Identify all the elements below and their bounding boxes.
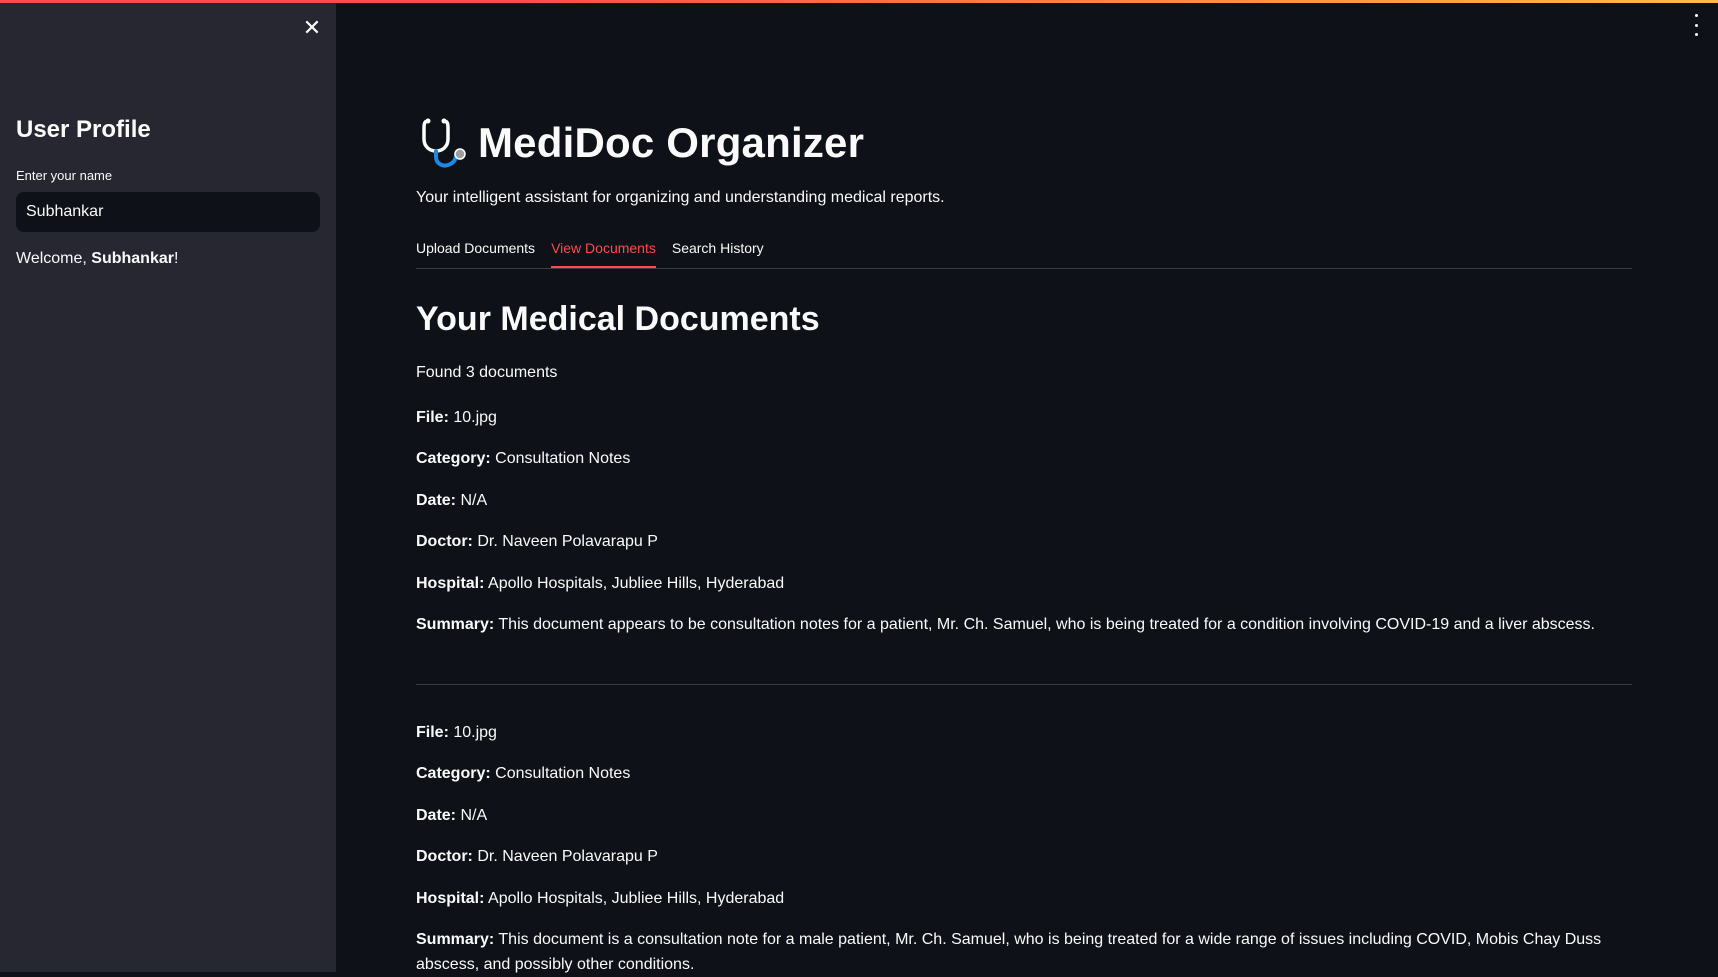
field-label: Summary: [416,931,495,948]
field-value: 10.jpg [453,409,497,426]
doc-file: File: 10.jpg [416,720,1632,745]
page-title: MediDoc Organizer [478,119,865,166]
name-input[interactable] [16,192,320,232]
field-label: Category: [416,765,491,782]
field-value: This document is a consultation note for… [416,931,1602,973]
field-label: Category: [416,450,491,467]
field-label: Doctor: [416,848,473,865]
field-label: Hospital: [416,575,485,592]
field-label: File: [416,409,449,426]
welcome-suffix: ! [173,250,179,267]
field-value: N/A [460,807,488,824]
field-label: Doctor: [416,533,473,550]
sidebar-title: User Profile [16,116,151,143]
field-label: Date: [416,807,457,824]
tab-bar: Upload Documents View Documents Search H… [416,236,1632,269]
doc-doctor: Doctor: Dr. Naveen Polavarapu P [416,529,1632,554]
doc-category: Category: Consultation Notes [416,446,1632,471]
title-row: MediDoc Organizer [416,112,864,174]
welcome-message: Welcome, Subhankar! [16,250,178,268]
doc-doctor: Doctor: Dr. Naveen Polavarapu P [416,844,1632,869]
field-value: 10.jpg [453,724,497,741]
tab-search-history[interactable]: Search History [672,236,764,263]
welcome-prefix: Welcome, [16,250,92,267]
field-value: Consultation Notes [495,450,631,467]
field-label: Hospital: [416,890,485,907]
doc-hospital: Hospital: Apollo Hospitals, Jubliee Hill… [416,571,1632,596]
field-label: Date: [416,492,457,509]
kebab-menu-icon[interactable] [1690,14,1702,36]
tab-view-documents[interactable]: View Documents [551,236,656,268]
document-divider [416,684,1632,685]
sidebar: ✕ User Profile Enter your name Welcome, … [0,0,336,972]
doc-date: Date: N/A [416,488,1632,513]
documents-count: Found 3 documents [416,364,558,381]
stethoscope-icon [422,118,466,168]
name-field-label: Enter your name [16,168,113,183]
section-title: Your Medical Documents [416,300,820,338]
tab-upload-documents[interactable]: Upload Documents [416,236,535,263]
field-value: Consultation Notes [495,765,631,782]
doc-file: File: 10.jpg [416,405,1632,430]
field-value: Apollo Hospitals, Jubliee Hills, Hyderab… [488,890,785,907]
field-label: Summary: [416,616,495,633]
page-subtitle: Your intelligent assistant for organizin… [416,189,945,206]
field-value: This document appears to be consultation… [498,616,1595,633]
doc-hospital: Hospital: Apollo Hospitals, Jubliee Hill… [416,886,1632,911]
welcome-name: Subhankar [91,250,174,267]
top-decoration-bar [0,0,1718,3]
field-value: Dr. Naveen Polavarapu P [477,848,658,865]
doc-summary: Summary: This document is a consultation… [416,927,1632,977]
field-value: Dr. Naveen Polavarapu P [477,533,658,550]
field-label: File: [416,724,449,741]
field-value: N/A [460,492,488,509]
doc-summary: Summary: This document appears to be con… [416,612,1632,637]
close-icon[interactable]: ✕ [300,16,324,40]
doc-category: Category: Consultation Notes [416,761,1632,786]
doc-date: Date: N/A [416,803,1632,828]
field-value: Apollo Hospitals, Jubliee Hills, Hyderab… [488,575,785,592]
